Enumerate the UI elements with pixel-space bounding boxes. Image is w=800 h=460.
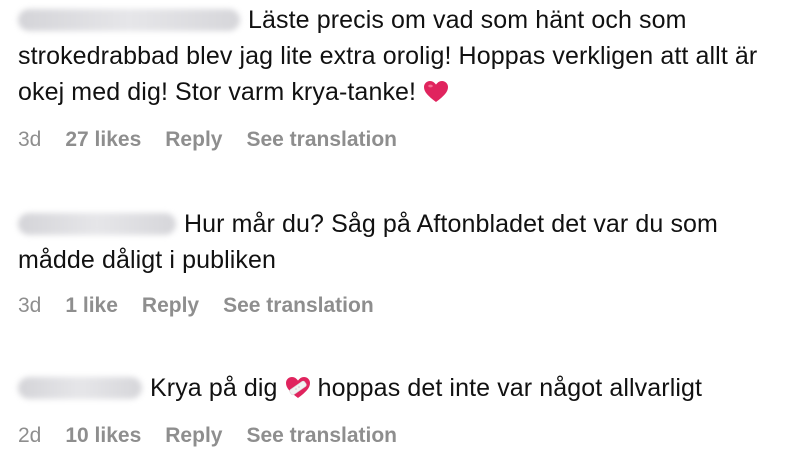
comment-3-body: blurred-user-3 Krya på dig hoppas det int… xyxy=(18,370,793,406)
comment-2-likes-link[interactable]: 1 like xyxy=(65,294,118,318)
comment-3-text-after-icon: hoppas det inte var något allvarligt xyxy=(317,374,703,402)
comment-1-reply-button[interactable]: Reply xyxy=(165,128,222,152)
comment-2-reply-button[interactable]: Reply xyxy=(142,294,199,318)
comment-2-meta: 3d 1 like Reply See translation xyxy=(18,294,374,318)
comment-1-meta: 3d 27 likes Reply See translation xyxy=(18,128,397,152)
comment-3-reply-button[interactable]: Reply xyxy=(165,424,222,448)
comment-1-likes-link[interactable]: 27 likes xyxy=(65,128,141,152)
comment-2-body: blurred-user-2Hur mår du? Såg på Aftonbl… xyxy=(18,206,793,278)
comment-1-body: blurred-user-1Läste precis om vad som hä… xyxy=(18,2,793,110)
comment-3-likes-link[interactable]: 10 likes xyxy=(65,424,141,448)
comment-1: blurred-user-1Läste precis om vad som hä… xyxy=(18,2,793,151)
comment-2-see-translation-link[interactable]: See translation xyxy=(223,294,374,318)
comment-2-age: 3d xyxy=(18,294,42,317)
comment-2: blurred-user-2Hur mår du? Såg på Aftonbl… xyxy=(18,206,793,317)
comment-1-age: 3d xyxy=(18,128,42,151)
comment-3-see-translation-link[interactable]: See translation xyxy=(246,424,397,448)
comment-3-text: Krya på dig xyxy=(150,374,278,402)
comment-1-see-translation-link[interactable]: See translation xyxy=(246,128,397,152)
comment-1-username[interactable]: blurred-user-1 xyxy=(18,9,240,31)
comment-3-age: 2d xyxy=(18,424,42,447)
comment-3-meta: 2d 10 likes Reply See translation xyxy=(18,424,397,448)
red-heart-icon xyxy=(424,81,449,102)
comment-3-username[interactable]: blurred-user-3 xyxy=(18,377,142,399)
mending-heart-icon xyxy=(285,377,310,398)
comment-3: blurred-user-3 Krya på dig hoppas det int… xyxy=(18,370,793,447)
comment-2-username[interactable]: blurred-user-2 xyxy=(18,213,176,235)
